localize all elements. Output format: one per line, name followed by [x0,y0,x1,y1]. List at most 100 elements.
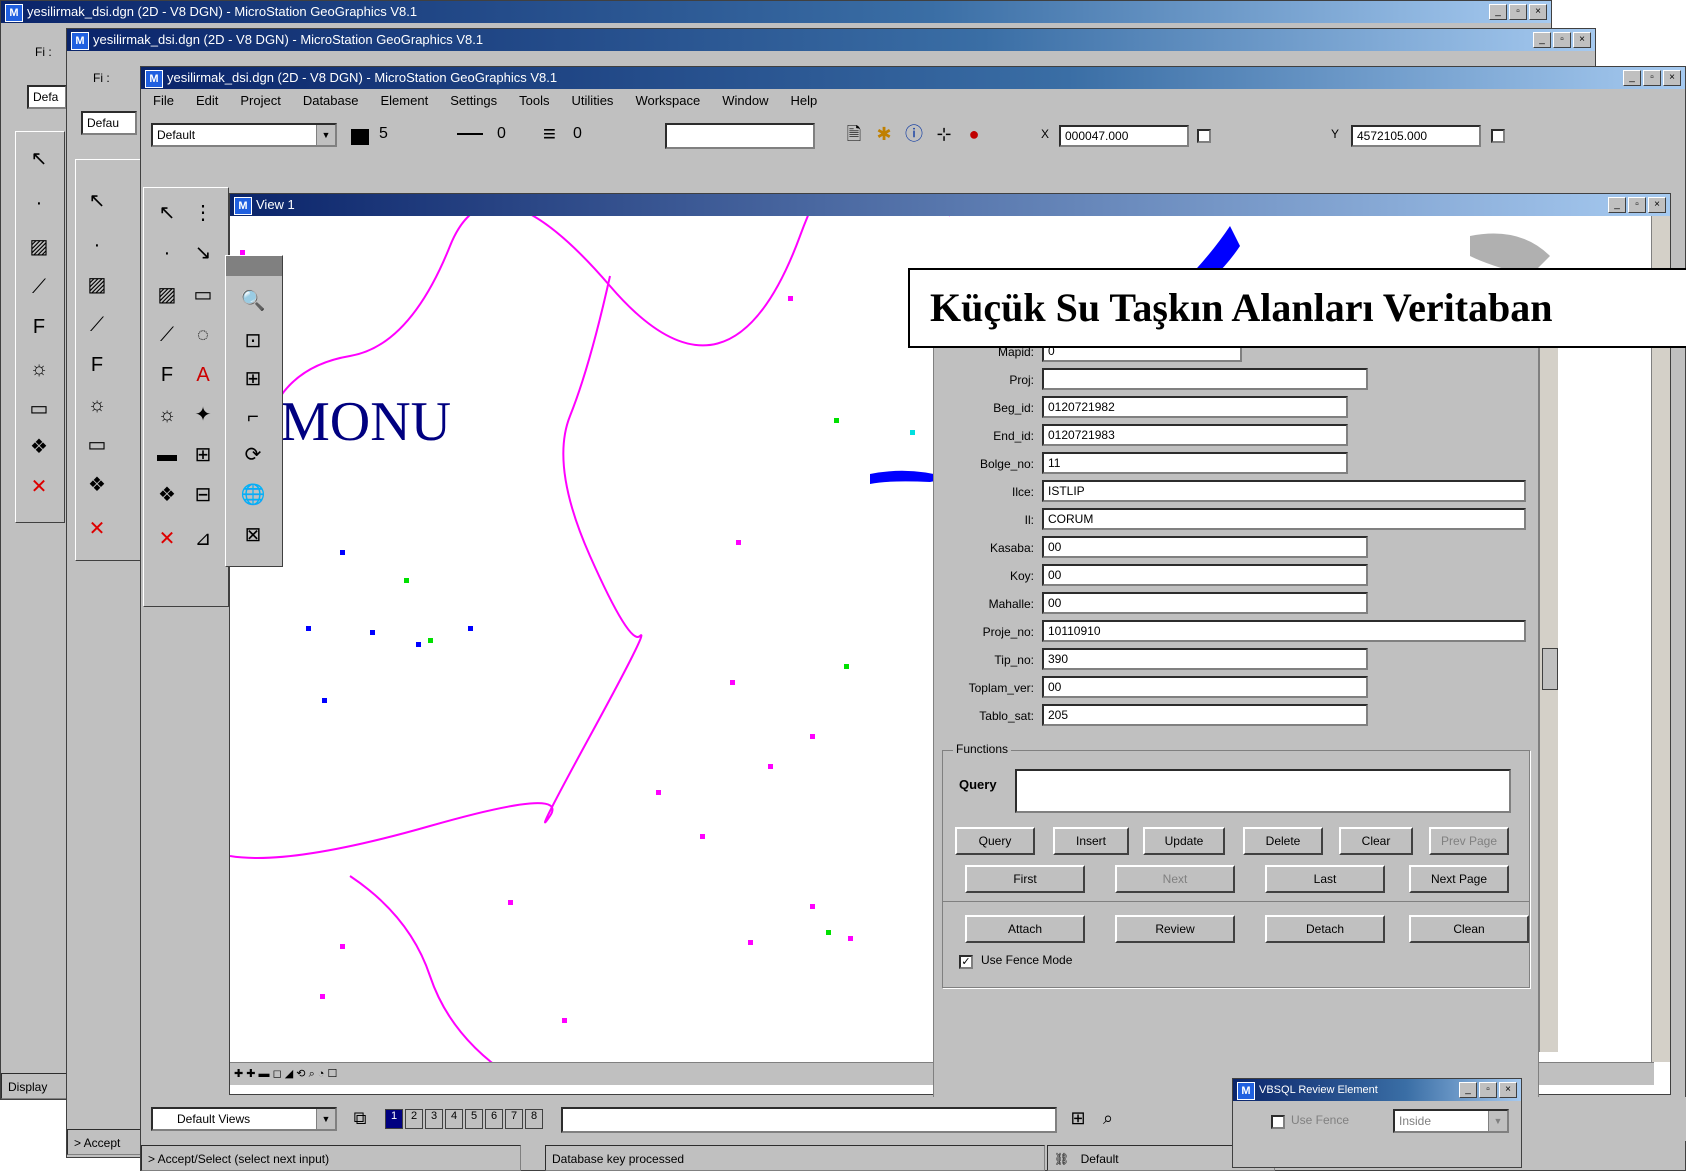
line-weight-value[interactable]: 0 [573,125,582,143]
minimize-icon[interactable]: _ [1489,4,1507,20]
line-weight-icon[interactable]: ≡ [543,123,556,145]
toplam-ver-field[interactable]: 00 [1042,676,1368,698]
line-style-value[interactable]: 0 [497,125,506,143]
map-point[interactable] [404,578,409,583]
form-vertical-scrollbar[interactable] [1539,332,1558,1052]
views-dialog-icon[interactable]: ⧉ [347,1105,373,1131]
koy-field[interactable]: 00 [1042,564,1368,586]
fence-icon[interactable]: ▨ [82,270,112,300]
view-1-button[interactable]: 1 [385,1109,403,1129]
fence-icon[interactable]: ▨ [24,232,54,262]
map-point[interactable] [370,630,375,635]
query-button[interactable]: Query [955,827,1035,855]
map-point[interactable] [508,900,513,905]
bolge-no-field[interactable]: 11 [1042,452,1348,474]
menu-edit[interactable]: Edit [196,89,218,113]
select-arrow-icon[interactable]: ↖ [24,144,54,174]
window-area-icon[interactable]: ⊡ [238,326,268,356]
map-point[interactable] [844,664,849,669]
place-line-icon[interactable]: ⟋ [152,320,182,350]
update-view-icon[interactable]: ⟳ [238,440,268,470]
delete-button[interactable]: Delete [1243,827,1323,855]
clean-button[interactable]: Clean [1409,915,1529,943]
level-combo[interactable]: Default ▼ [151,123,337,147]
database-form[interactable]: Mapid: 0 Proj: Beg_id: 0120721982 End_id… [933,331,1558,1123]
view-7-button[interactable]: 7 [505,1109,523,1129]
close-icon[interactable]: × [1648,197,1666,213]
menu-help[interactable]: Help [790,89,817,113]
place-text-icon[interactable]: F [24,312,54,342]
attach-button[interactable]: Attach [965,915,1085,943]
menu-tools[interactable]: Tools [519,89,549,113]
delete-icon[interactable]: ✕ [82,514,112,544]
delete-icon[interactable]: ✕ [152,524,182,554]
proj-field[interactable] [1042,368,1368,390]
view-control-palette[interactable]: 🔍 ⊡ ⊞ ⌐ ⟳ 🌐 ⊠ [225,255,283,567]
cell-icon[interactable]: ❖ [82,470,112,500]
lock-icon[interactable]: ⛓ [1054,1152,1069,1166]
view-palette-titlebar[interactable] [226,256,282,276]
cell-icon[interactable]: ❖ [24,432,54,462]
next-button[interactable]: Next [1115,865,1235,893]
bg1-level-combo[interactable]: Defa [27,85,67,109]
select-arrow-icon[interactable]: ↖ [82,186,112,216]
map-point[interactable] [788,296,793,301]
review-dialog-titlebar[interactable]: M VBSQL Review Element _ ▫ × [1233,1079,1521,1101]
bg2-level-combo[interactable]: Defau [81,111,137,135]
map-point[interactable] [322,698,327,703]
place-line-icon[interactable]: ⟋ [24,272,54,302]
menu-workspace[interactable]: Workspace [635,89,700,113]
view-window-controls[interactable]: _ ▫ × [1608,197,1666,213]
il-field[interactable]: CORUM [1042,508,1526,530]
main-window-controls[interactable]: _ ▫ × [1623,70,1681,86]
map-point[interactable] [340,550,345,555]
maximize-icon[interactable]: ▫ [1479,1082,1497,1098]
maximize-icon[interactable]: ▫ [1628,197,1646,213]
review-button[interactable]: Review [1115,915,1235,943]
bg1-titlebar[interactable]: M yesilirmak_dsi.dgn (2D - V8 DGN) - Mic… [1,1,1551,23]
measure-icon[interactable]: ☼ [152,400,182,430]
bg2-window-controls[interactable]: _ ▫ × [1533,32,1591,48]
view-8-button[interactable]: 8 [525,1109,543,1129]
x-lock-checkbox[interactable] [1197,129,1211,143]
select-arrow-icon[interactable]: ↖ [152,198,182,228]
menu-window[interactable]: Window [722,89,768,113]
record-icon[interactable]: ● [961,121,987,147]
map-point[interactable] [736,540,741,545]
color-swatch-icon[interactable] [351,129,369,145]
delete-icon[interactable]: ✕ [24,472,54,502]
smartline-icon[interactable]: ↘ [188,238,218,268]
x-coordinate-field[interactable]: 000047.000 [1059,125,1189,147]
form-scrollbar-thumb[interactable] [1542,648,1558,690]
zoom-icon[interactable]: 🔍 [238,286,268,316]
map-point[interactable] [428,638,433,643]
settings-icon[interactable]: ✱ [871,121,897,147]
dimension-icon[interactable]: ▬ [152,440,182,470]
line-style-icon[interactable] [457,133,483,135]
review-dialog-controls[interactable]: _ ▫ × [1459,1082,1517,1098]
review-element-dialog[interactable]: M VBSQL Review Element _ ▫ × Use Fence I… [1232,1078,1522,1168]
view-titlebar[interactable]: M View 1 _ ▫ × [230,194,1670,216]
main-titlebar[interactable]: M yesilirmak_dsi.dgn (2D - V8 DGN) - Mic… [141,67,1685,89]
snap-icon[interactable]: ⊹ [931,121,957,147]
map-point[interactable] [656,790,661,795]
map-point[interactable] [320,994,325,999]
key-in-field[interactable] [665,123,815,149]
chevron-down-icon[interactable]: ▼ [1488,1111,1507,1131]
maximize-icon[interactable]: ▫ [1643,70,1661,86]
view-2-button[interactable]: 2 [405,1109,423,1129]
minimize-icon[interactable]: _ [1459,1082,1477,1098]
insert-button[interactable]: Insert [1053,827,1129,855]
last-button[interactable]: Last [1265,865,1385,893]
globe-icon[interactable]: 🌐 [238,480,268,510]
kasaba-field[interactable]: 00 [1042,536,1368,558]
dimension-icon[interactable]: ▭ [82,430,112,460]
tip-no-field[interactable]: 390 [1042,648,1368,670]
fence-mode-combo[interactable]: Inside ▼ [1393,1109,1509,1133]
y-coordinate-field[interactable]: 4572105.000 [1351,125,1481,147]
use-fence-mode-checkbox[interactable]: ✓ [959,955,973,969]
manipulate-icon[interactable]: ⊿ [188,524,218,554]
map-point[interactable] [562,1018,567,1023]
menu-settings[interactable]: Settings [450,89,497,113]
map-point[interactable] [416,642,421,647]
